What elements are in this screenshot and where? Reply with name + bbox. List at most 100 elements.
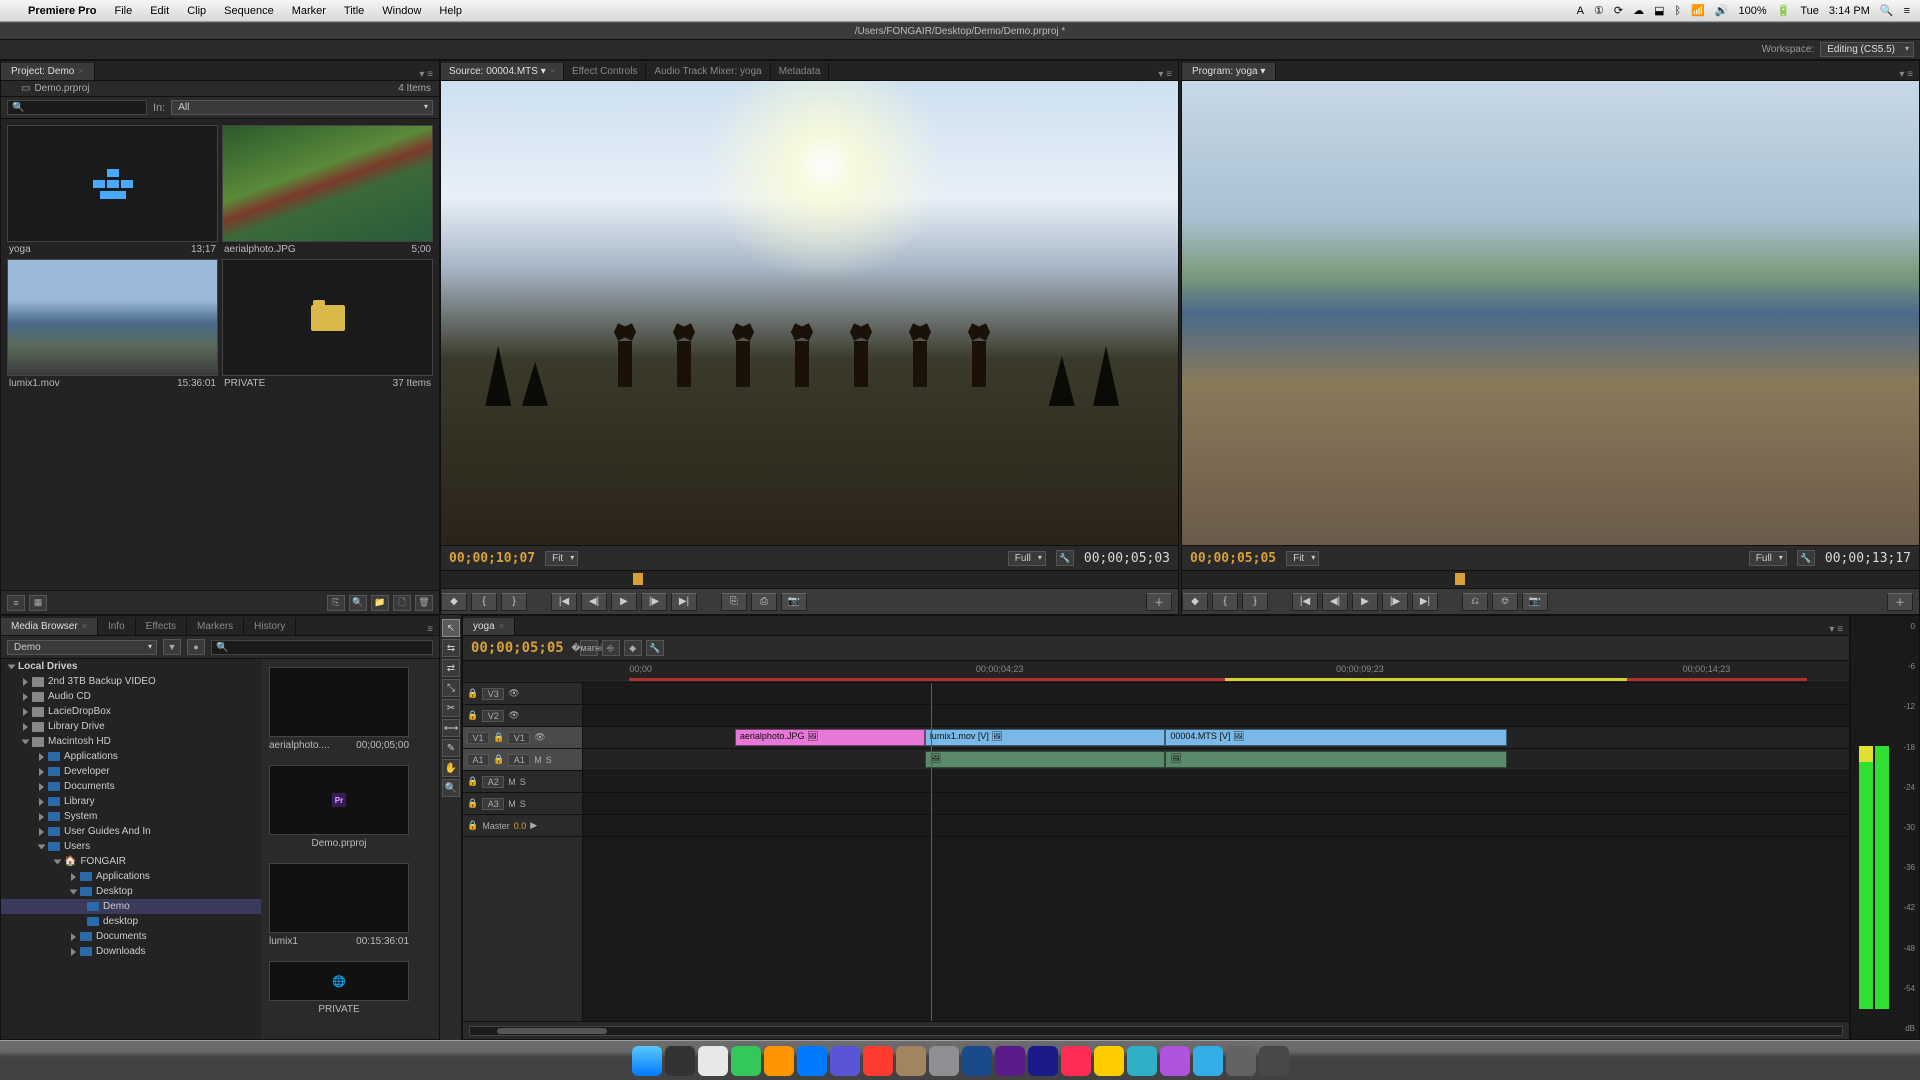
mb-item[interactable]: aerialphoto....00;00;05;00 <box>269 667 409 751</box>
dock-app-icon[interactable] <box>731 1046 761 1076</box>
panel-menu-icon[interactable]: ▾ ≡ <box>413 69 439 80</box>
rate-stretch-tool[interactable]: ⤡ <box>442 679 460 697</box>
menu-window[interactable]: Window <box>382 5 421 17</box>
goto-out-button[interactable]: ▶| <box>1412 593 1438 611</box>
panel-menu-icon[interactable]: ▾ ≡ <box>1152 69 1178 80</box>
lift-button[interactable]: ⎌ <box>1462 593 1488 611</box>
menu-title[interactable]: Title <box>344 5 364 17</box>
delete-button[interactable]: 🗑 <box>415 595 433 611</box>
dock-app-icon[interactable] <box>1226 1046 1256 1076</box>
cloud-icon[interactable]: ☁ <box>1633 4 1644 17</box>
play-button[interactable]: ▶ <box>611 593 637 611</box>
menu-marker[interactable]: Marker <box>292 5 326 17</box>
tree-item[interactable]: Macintosh HD <box>1 734 261 749</box>
notification-center-icon[interactable]: ≡ <box>1904 5 1910 17</box>
clip[interactable]: lumix1.mov [V] 🖼 <box>925 729 1166 746</box>
track-head-v2[interactable]: 🔒V2👁 <box>463 705 582 727</box>
clock-day[interactable]: Tue <box>1800 5 1819 17</box>
source-fit-dropdown[interactable]: Fit <box>545 551 578 566</box>
export-frame-button[interactable]: 📷 <box>1522 593 1548 611</box>
program-ruler[interactable] <box>1182 570 1919 588</box>
out-button[interactable]: } <box>1242 593 1268 611</box>
clip-audio[interactable]: 🖼 <box>1165 751 1507 768</box>
dropbox-icon[interactable]: ⬓ <box>1654 4 1664 17</box>
program-res-dropdown[interactable]: Full <box>1749 551 1787 566</box>
find-button[interactable]: 🔍 <box>349 595 367 611</box>
audio-mixer-tab[interactable]: Audio Track Mixer: yoga <box>646 63 770 80</box>
playhead[interactable] <box>931 683 932 1021</box>
close-icon[interactable]: × <box>78 66 83 76</box>
tree-item[interactable]: Audio CD <box>1 689 261 704</box>
dock-app-icon[interactable] <box>929 1046 959 1076</box>
track-head-a2[interactable]: 🔒A2MS <box>463 771 582 793</box>
menu-help[interactable]: Help <box>439 5 462 17</box>
filter-button[interactable]: ▼ <box>163 639 181 655</box>
close-icon[interactable]: × <box>82 621 87 631</box>
tree-item[interactable]: Applications <box>1 869 261 884</box>
volume-icon[interactable]: 🔊 <box>1715 4 1729 17</box>
bluetooth-icon[interactable]: ᛒ <box>1675 5 1682 17</box>
marker-button[interactable]: ◆ <box>624 640 642 656</box>
bin-item-still[interactable]: aerialphoto.JPG5;00 <box>222 125 433 255</box>
icon-view-button[interactable]: ▦ <box>29 595 47 611</box>
source-res-dropdown[interactable]: Full <box>1008 551 1046 566</box>
play-button[interactable]: ▶ <box>1352 593 1378 611</box>
mb-search-input[interactable] <box>211 640 433 655</box>
menu-file[interactable]: File <box>114 5 132 17</box>
bin-item-sequence[interactable]: yoga13;17 <box>7 125 218 255</box>
dock-premiere-icon[interactable] <box>995 1046 1025 1076</box>
ingest-button[interactable]: ● <box>187 639 205 655</box>
tree-item-selected[interactable]: Demo <box>1 899 261 914</box>
media-browser-tab[interactable]: Media Browser× <box>1 618 98 635</box>
clip[interactable]: 00004.MTS [V] 🖼 <box>1165 729 1507 746</box>
in-button[interactable]: { <box>471 593 497 611</box>
project-search-input[interactable] <box>7 100 147 115</box>
bin-item-video[interactable]: lumix1.mov15:36:01 <box>7 259 218 389</box>
program-video[interactable] <box>1182 81 1919 545</box>
step-back-button[interactable]: ◀| <box>1322 593 1348 611</box>
info-tab[interactable]: Info <box>98 618 136 635</box>
track-head-v3[interactable]: 🔒V3👁 <box>463 683 582 705</box>
dock-app-icon[interactable] <box>1127 1046 1157 1076</box>
new-bin-button[interactable]: 📁 <box>371 595 389 611</box>
dock-finder-icon[interactable] <box>632 1046 662 1076</box>
dock-app-icon[interactable] <box>797 1046 827 1076</box>
clip-audio[interactable]: 🖼 <box>925 751 1166 768</box>
mb-item[interactable]: lumix100:15:36:01 <box>269 863 409 947</box>
ripple-tool[interactable]: ⇄ <box>442 659 460 677</box>
tree-item[interactable]: Documents <box>1 929 261 944</box>
history-tab[interactable]: History <box>244 618 296 635</box>
menu-edit[interactable]: Edit <box>150 5 169 17</box>
settings-icon[interactable]: 🔧 <box>1056 550 1074 566</box>
tree-item[interactable]: Desktop <box>1 884 261 899</box>
search-in-dropdown[interactable]: All <box>171 100 433 115</box>
panel-menu-icon[interactable]: ▾ ≡ <box>1893 69 1919 80</box>
mb-item[interactable]: 🌐 PRIVATE <box>269 961 409 1015</box>
tree-item[interactable]: Users <box>1 839 261 854</box>
button-editor[interactable]: ＋ <box>1887 593 1913 611</box>
tree-item[interactable]: System <box>1 809 261 824</box>
out-button[interactable]: } <box>501 593 527 611</box>
project-filename[interactable]: Demo.prproj <box>34 83 89 94</box>
slip-tool[interactable]: ⟷ <box>442 719 460 737</box>
dock-app-icon[interactable] <box>896 1046 926 1076</box>
dock-app-icon[interactable] <box>1160 1046 1190 1076</box>
mark-in-button[interactable]: ◆ <box>441 593 467 611</box>
tree-item[interactable]: Downloads <box>1 944 261 959</box>
timeline-ruler[interactable]: 00;00 00;00;04;23 00;00;09;23 00;00;14;2… <box>463 661 1849 683</box>
overwrite-button[interactable]: ⎙ <box>751 593 777 611</box>
tree-item[interactable]: LacieDropBox <box>1 704 261 719</box>
track-select-tool[interactable]: ⇆ <box>442 639 460 657</box>
dock-app-icon[interactable] <box>830 1046 860 1076</box>
spotlight-icon[interactable]: 🔍 <box>1880 4 1894 17</box>
track-head-a3[interactable]: 🔒A3MS <box>463 793 582 815</box>
adobe-icon[interactable]: A <box>1577 5 1584 17</box>
dock-app-icon[interactable] <box>698 1046 728 1076</box>
clip[interactable]: aerialphoto.JPG 🖼 <box>735 729 925 746</box>
goto-in-button[interactable]: |◀ <box>551 593 577 611</box>
metadata-tab[interactable]: Metadata <box>771 63 830 80</box>
automate-button[interactable]: ⎘ <box>327 595 345 611</box>
panel-menu-icon[interactable]: ≡ <box>421 624 439 635</box>
step-fwd-button[interactable]: |▶ <box>641 593 667 611</box>
tree-item[interactable]: Developer <box>1 764 261 779</box>
